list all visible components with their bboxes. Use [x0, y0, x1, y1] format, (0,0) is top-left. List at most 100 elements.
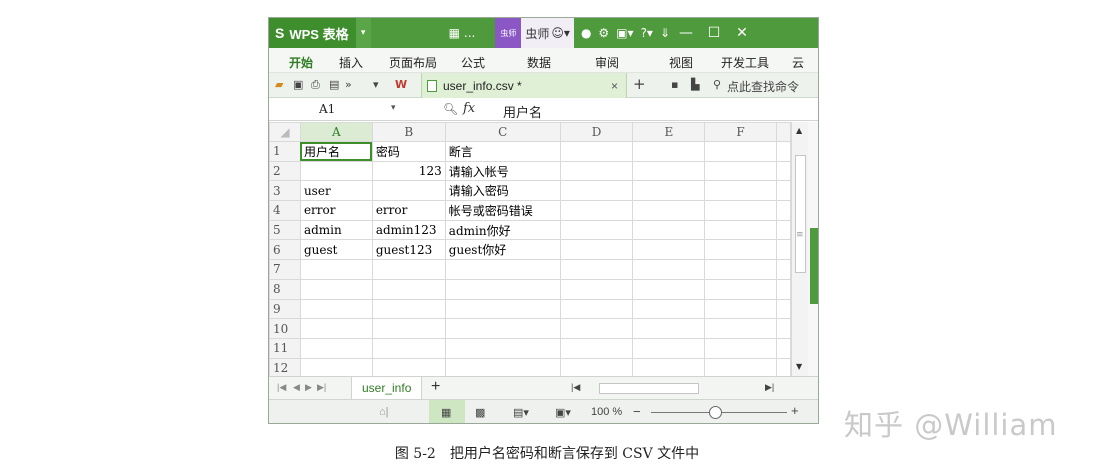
- cell[interactable]: [632, 180, 706, 202]
- cell[interactable]: [632, 200, 706, 221]
- tab-home[interactable]: 开始: [289, 54, 313, 71]
- row-header[interactable]: 5: [269, 219, 301, 241]
- cell[interactable]: [775, 141, 791, 162]
- scroll-up-icon[interactable]: ▲: [796, 126, 802, 135]
- wps-w-icon[interactable]: W: [395, 78, 407, 91]
- scroll-down-icon[interactable]: ▼: [796, 362, 802, 371]
- cell[interactable]: [444, 318, 561, 339]
- cell[interactable]: [632, 141, 706, 162]
- tab-formulas[interactable]: 公式: [461, 54, 485, 71]
- command-search[interactable]: 点此查找命令: [727, 78, 799, 95]
- cell[interactable]: [444, 278, 561, 300]
- cell[interactable]: [371, 337, 446, 359]
- side-panel-toggle[interactable]: [810, 228, 818, 304]
- cell-c3[interactable]: 请输入密码: [444, 180, 561, 202]
- cell[interactable]: [775, 298, 791, 320]
- protect-icon[interactable]: ⌂|: [379, 406, 389, 418]
- cell[interactable]: [444, 259, 561, 280]
- tab-insert[interactable]: 插入: [339, 54, 363, 71]
- column-header-e[interactable]: E: [632, 122, 706, 142]
- cell[interactable]: [559, 337, 634, 359]
- cell-a3[interactable]: user: [299, 180, 373, 202]
- row-header[interactable]: 2: [269, 160, 301, 182]
- column-header-d[interactable]: D: [559, 122, 634, 142]
- more-icon[interactable]: »: [345, 78, 352, 91]
- cell-a2[interactable]: [299, 160, 373, 182]
- cell[interactable]: [632, 219, 706, 241]
- zoom-level[interactable]: 100 %: [591, 406, 622, 418]
- new-tab-button[interactable]: +: [633, 75, 646, 93]
- cell[interactable]: [704, 219, 777, 241]
- settings-icon[interactable]: ⚙: [598, 26, 609, 40]
- row-header[interactable]: 9: [269, 298, 301, 320]
- cell[interactable]: [299, 259, 373, 280]
- select-all-corner[interactable]: ◢: [269, 122, 301, 142]
- cell[interactable]: [632, 357, 706, 376]
- browser-icon[interactable]: ●: [581, 26, 591, 40]
- name-box-dropdown-icon[interactable]: ▾: [391, 103, 396, 113]
- column-header-extra[interactable]: [775, 122, 791, 142]
- cell[interactable]: [559, 298, 634, 320]
- cell[interactable]: [775, 160, 791, 182]
- page-break-view-icon[interactable]: ▩: [475, 406, 485, 419]
- user-account-button[interactable]: 虫师 ☺▾: [521, 18, 574, 48]
- open-icon[interactable]: ▰: [275, 78, 283, 91]
- zoom-formula-icon[interactable]: 🔍︎: [443, 102, 458, 116]
- document-switcher[interactable]: ▦ ...: [449, 26, 476, 40]
- add-sheet-button[interactable]: +: [431, 378, 440, 396]
- cell[interactable]: [444, 337, 561, 359]
- cell[interactable]: [559, 318, 634, 339]
- column-header-a[interactable]: A: [299, 122, 373, 142]
- pin-icon[interactable]: ▪: [671, 78, 678, 91]
- cell[interactable]: [704, 180, 777, 202]
- cell[interactable]: [632, 259, 706, 280]
- cell[interactable]: [559, 200, 634, 221]
- cell[interactable]: [704, 318, 777, 339]
- cell[interactable]: [559, 219, 634, 241]
- vertical-scrollbar[interactable]: ▲ ≡ ▼: [791, 122, 808, 376]
- h-scroll-right-icon[interactable]: ▶|: [765, 382, 774, 393]
- name-box[interactable]: A1: [319, 102, 335, 116]
- zoom-out-button[interactable]: −: [633, 404, 641, 419]
- cell-b5[interactable]: admin123: [371, 219, 446, 241]
- cell[interactable]: [559, 160, 634, 182]
- cell[interactable]: [704, 337, 777, 359]
- row-header[interactable]: 11: [269, 337, 301, 359]
- scroll-thumb[interactable]: [795, 155, 806, 273]
- minimize-button[interactable]: —: [674, 25, 698, 41]
- cell[interactable]: [775, 259, 791, 280]
- row-header[interactable]: 3: [269, 180, 301, 202]
- cell[interactable]: [704, 259, 777, 280]
- tab-page-layout[interactable]: 页面布局: [389, 54, 437, 71]
- save-icon[interactable]: ▣: [293, 78, 303, 91]
- cell[interactable]: [775, 278, 791, 300]
- cell[interactable]: [371, 259, 446, 280]
- cell[interactable]: [775, 200, 791, 221]
- cell[interactable]: [371, 278, 446, 300]
- cell-b6[interactable]: guest123: [371, 239, 446, 261]
- cell[interactable]: [559, 259, 634, 280]
- download-icon[interactable]: ⇓: [660, 26, 670, 40]
- cell[interactable]: [559, 278, 634, 300]
- column-header-f[interactable]: F: [704, 122, 777, 142]
- cell-c6[interactable]: guest你好: [444, 239, 561, 261]
- row-header[interactable]: 7: [269, 259, 301, 280]
- cell[interactable]: [704, 239, 777, 261]
- cell[interactable]: [559, 239, 634, 261]
- cell[interactable]: [775, 219, 791, 241]
- help-icon[interactable]: ?▾: [641, 26, 653, 40]
- cell[interactable]: [632, 318, 706, 339]
- cell-c2[interactable]: 请输入帐号: [444, 160, 561, 182]
- cell[interactable]: [559, 180, 634, 202]
- app-menu-button[interactable]: S WPS 表格: [269, 18, 356, 48]
- column-header-b[interactable]: B: [371, 122, 446, 142]
- cell[interactable]: [632, 298, 706, 320]
- cell[interactable]: [704, 141, 777, 162]
- cell[interactable]: [299, 357, 373, 376]
- layout-icon[interactable]: ▙: [691, 78, 699, 91]
- row-header[interactable]: 12: [269, 357, 301, 376]
- row-header[interactable]: 4: [269, 200, 301, 221]
- cell[interactable]: [632, 239, 706, 261]
- cell-b4[interactable]: error: [371, 200, 446, 221]
- cell[interactable]: [632, 337, 706, 359]
